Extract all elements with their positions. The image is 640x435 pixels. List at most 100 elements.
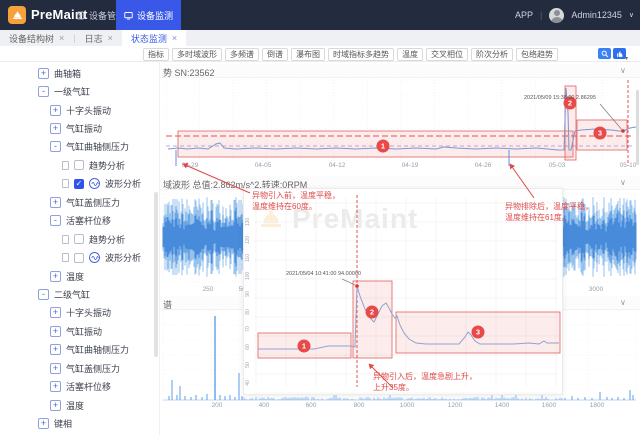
checkbox[interactable] [74, 253, 84, 263]
note-line: 上升35度。 [373, 382, 477, 393]
app-link[interactable]: APP [515, 10, 533, 20]
tree-leaf-item[interactable]: 趋势分析 [0, 230, 160, 248]
toolbar-button[interactable]: 包络趋势 [516, 48, 558, 61]
sidebar-scrollbar[interactable] [154, 192, 158, 357]
toolbar-buttons: 指标多时域波形多频谱倒谱瀑布图时域指标多趋势温度交叉相位阶次分析包络趋势 [143, 47, 561, 61]
tree-item-label: 波形分析 [105, 251, 141, 264]
tab-device-tree[interactable]: 设备结构树 × [0, 30, 73, 46]
tree-leaf-item[interactable]: ✓波形分析 [0, 175, 160, 193]
tab-label: 日志 [85, 32, 103, 45]
expand-icon[interactable]: + [50, 381, 61, 392]
annotation-line: 异物引入前，温度平稳， [252, 190, 340, 201]
app-window: PreMaint 设备管理 设备监测 APP | Admin12345 ∨ 设备… [0, 0, 640, 435]
tree-item-label: 气缸曲轴侧压力 [66, 140, 129, 153]
expand-icon[interactable]: + [50, 344, 61, 355]
close-icon[interactable]: × [172, 33, 177, 43]
expand-icon[interactable]: + [50, 326, 61, 337]
close-icon[interactable]: × [59, 33, 64, 43]
expand-icon[interactable]: + [50, 363, 61, 374]
axis-tick-label: 05-03 [549, 162, 566, 169]
nav-divider: | [540, 10, 542, 20]
axis-tick-label: 1600 [542, 402, 556, 409]
waveform-icon [89, 252, 100, 263]
tree-branch-item[interactable]: -气缸曲轴侧压力 [0, 138, 160, 156]
close-icon[interactable]: × [108, 33, 113, 43]
expand-icon[interactable]: + [38, 68, 49, 79]
expand-icon[interactable]: + [50, 307, 61, 318]
annotation-line: 温度维持在61度。 [505, 212, 593, 223]
toolbar-button[interactable]: 温度 [397, 48, 423, 61]
tab-status-monitoring[interactable]: 状态监测 × [122, 30, 186, 46]
chevron-down-icon[interactable]: ∨ [629, 11, 634, 19]
tree-branch-item[interactable]: +键相 [0, 414, 160, 432]
collapse-icon[interactable]: - [38, 86, 49, 97]
premaint-logo-icon[interactable] [8, 6, 26, 24]
tree-branch-item[interactable]: +气缸盖侧压力 [0, 193, 160, 211]
checkbox[interactable] [74, 234, 84, 244]
tree-branch-item[interactable]: +温度 [0, 267, 160, 285]
chevron-down-icon[interactable]: ∨ [620, 66, 626, 75]
user-avatar[interactable] [549, 8, 564, 23]
tree-branch-item[interactable]: -二级气缸 [0, 285, 160, 303]
main-scrollbar[interactable] [636, 90, 639, 165]
tree-branch-item[interactable]: + 十字头振动 [0, 101, 160, 119]
region-badge: 3 [598, 129, 602, 138]
toolbar-button[interactable]: 倒谱 [262, 48, 288, 61]
axis-tick-label: 1200 [448, 402, 462, 409]
toolbar-button[interactable]: 时域指标多趋势 [328, 48, 394, 61]
tree-item-label: 二级气缸 [54, 288, 90, 301]
tree-item-label: 一级气缸 [54, 85, 90, 98]
waveform-icon [89, 178, 100, 189]
chevron-down-icon[interactable]: ∨ [620, 178, 626, 187]
tree-branch-item[interactable]: +气缸振动 [0, 322, 160, 340]
tree-item-label: 十字头振动 [66, 104, 111, 117]
annotation-after: 异物排除后，温度平稳， 温度维持在61度。 [505, 201, 593, 223]
tree-branch-item[interactable]: +曲轴箱 [0, 64, 160, 82]
collapse-icon[interactable]: - [50, 141, 61, 152]
nav-item-device-monitoring[interactable]: 设备监测 [116, 0, 181, 30]
expand-icon[interactable]: + [50, 105, 61, 116]
region-badge: 1 [381, 142, 385, 151]
checkbox[interactable] [74, 160, 84, 170]
toolbar-button[interactable]: 阶次分析 [471, 48, 513, 61]
trend-chart[interactable]: 123 [162, 78, 638, 170]
collapse-icon[interactable]: - [50, 215, 61, 226]
tree-branch-item[interactable]: +温度 [0, 396, 160, 414]
username[interactable]: Admin12345 [571, 10, 622, 20]
expand-icon[interactable]: + [50, 197, 61, 208]
tree-item-label: 十字头振动 [66, 306, 111, 319]
tree-branch-item[interactable]: -活塞杆位移 [0, 212, 160, 230]
toolbar-button[interactable]: 瀑布图 [291, 48, 325, 61]
caret-down-icon[interactable]: ▾ [625, 55, 628, 62]
tree-branch-item[interactable]: -一级气缸 [0, 82, 160, 100]
toolbar-button[interactable]: 交叉相位 [426, 48, 468, 61]
checkbox[interactable]: ✓ [74, 179, 84, 189]
tree-item-label: 趋势分析 [89, 233, 125, 246]
tab-label: 设备结构树 [9, 32, 54, 45]
toolbar-button[interactable]: 指标 [143, 48, 169, 61]
tree-branch-item[interactable]: +气缸盖侧压力 [0, 359, 160, 377]
expand-icon[interactable]: + [50, 123, 61, 134]
tree-branch-item[interactable]: + 十字头振动 [0, 304, 160, 322]
collapse-icon[interactable]: - [38, 289, 49, 300]
nav-right: APP | Admin12345 ∨ [515, 0, 634, 30]
search-icon [601, 50, 609, 58]
equipment-tree: +曲轴箱-一级气缸+十字头振动+气缸振动-气缸曲轴侧压力趋势分析✓波形分析+气缸… [0, 64, 160, 433]
expand-icon[interactable]: + [50, 271, 61, 282]
toolbar-button[interactable]: 多时域波形 [172, 48, 222, 61]
annotation-line: 异物排除后，温度平稳， [505, 201, 593, 212]
tab-log[interactable]: 日志 × [76, 30, 122, 46]
expand-icon[interactable]: + [50, 400, 61, 411]
tree-branch-item[interactable]: +活塞杆位移 [0, 377, 160, 395]
region-badge: 1 [302, 342, 306, 351]
tree-leaf-item[interactable]: 趋势分析 [0, 156, 160, 174]
tree-branch-item[interactable]: +气缸曲轴侧压力 [0, 341, 160, 359]
annotation-before: 异物引入前，温度平稳， 温度维持在60度。 [252, 190, 340, 212]
expand-icon[interactable]: + [38, 418, 49, 429]
tree-leaf-item[interactable]: 波形分析 [0, 248, 160, 266]
tree-branch-item[interactable]: +气缸振动 [0, 119, 160, 137]
document-icon [62, 179, 69, 188]
chevron-down-icon[interactable]: ∨ [620, 298, 626, 307]
toolbar-button[interactable]: 多频谱 [225, 48, 259, 61]
search-button[interactable] [598, 48, 611, 59]
